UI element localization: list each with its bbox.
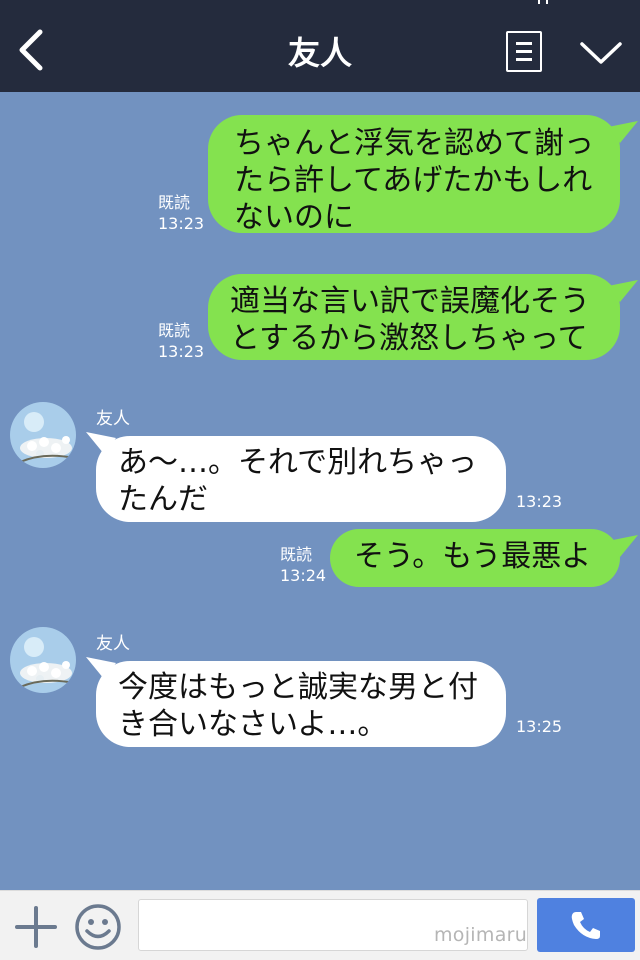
read-receipt: 既読 (158, 321, 191, 340)
message-time: 13:25 (516, 717, 563, 736)
input-bar: mojimaru (0, 890, 640, 960)
message-line: ないのに (234, 200, 354, 235)
message-line: ちゃんと浮気を認めて謝っ (234, 126, 594, 161)
message-meta: 既読 13:24 (280, 544, 326, 586)
message-line: 適当な言い訳で誤魔化そう (230, 284, 590, 319)
received-message-bubble[interactable]: 今度はもっと誠実な男と付 き合いなさいよ…。 (96, 661, 506, 747)
message-line: そう。もう最悪よ (354, 539, 592, 574)
message-time: 13:23 (516, 492, 563, 511)
chat-title: 友人 (287, 34, 352, 72)
sticker-button[interactable] (74, 903, 122, 951)
message-line: たら許してあげたかもしれ (234, 163, 593, 198)
message-meta: 既読 13:23 (158, 192, 204, 234)
sent-message-bubble[interactable]: ちゃんと浮気を認めて謝っ たら許してあげたかもしれ ないのに (208, 115, 620, 235)
plus-button[interactable] (14, 905, 58, 949)
chat-header: 友人 (0, 0, 640, 92)
avatar[interactable] (10, 402, 76, 468)
received-message-bubble[interactable]: あ〜…。それで別れちゃっ たんだ (96, 436, 506, 522)
menu-button[interactable] (506, 31, 542, 72)
chevron-down-icon (580, 42, 622, 64)
call-button[interactable] (537, 898, 635, 952)
bubble-tail (608, 280, 638, 302)
chat-area[interactable]: ちゃんと浮気を認めて謝っ たら許してあげたかもしれ ないのに 既読 13:23 … (0, 92, 640, 890)
watermark: mojimaru (434, 924, 528, 946)
expand-button[interactable] (578, 36, 624, 68)
message-time: 13:23 (158, 342, 205, 361)
bubble-tail (608, 121, 638, 143)
message-line: き合いなさいよ…。 (118, 707, 388, 742)
read-receipt: 既読 (158, 193, 191, 212)
smiley-icon (75, 904, 121, 950)
read-receipt: 既読 (280, 545, 313, 564)
message-time: 13:23 (158, 214, 205, 233)
status-indicator (538, 0, 548, 4)
message-line: たんだ (118, 482, 208, 517)
message-time: 13:24 (280, 566, 327, 585)
phone-icon (571, 912, 600, 939)
avatar[interactable] (10, 627, 76, 693)
sent-message-bubble[interactable]: 適当な言い訳で誤魔化そう とするから激怒しちゃって (208, 274, 620, 360)
avatar-image (10, 627, 76, 693)
message-line: 今度はもっと誠実な男と付 (118, 670, 478, 705)
bubble-tail (608, 535, 638, 557)
message-meta: 既読 13:23 (158, 320, 204, 362)
sender-name: 友人 (96, 634, 130, 654)
sender-name: 友人 (96, 409, 130, 429)
avatar-image (10, 402, 76, 468)
sent-message-bubble[interactable]: そう。もう最悪よ (330, 529, 620, 587)
message-line: あ〜…。それで別れちゃっ (118, 445, 478, 480)
plus-icon (15, 906, 57, 948)
message-line: とするから激怒しちゃって (230, 321, 588, 356)
